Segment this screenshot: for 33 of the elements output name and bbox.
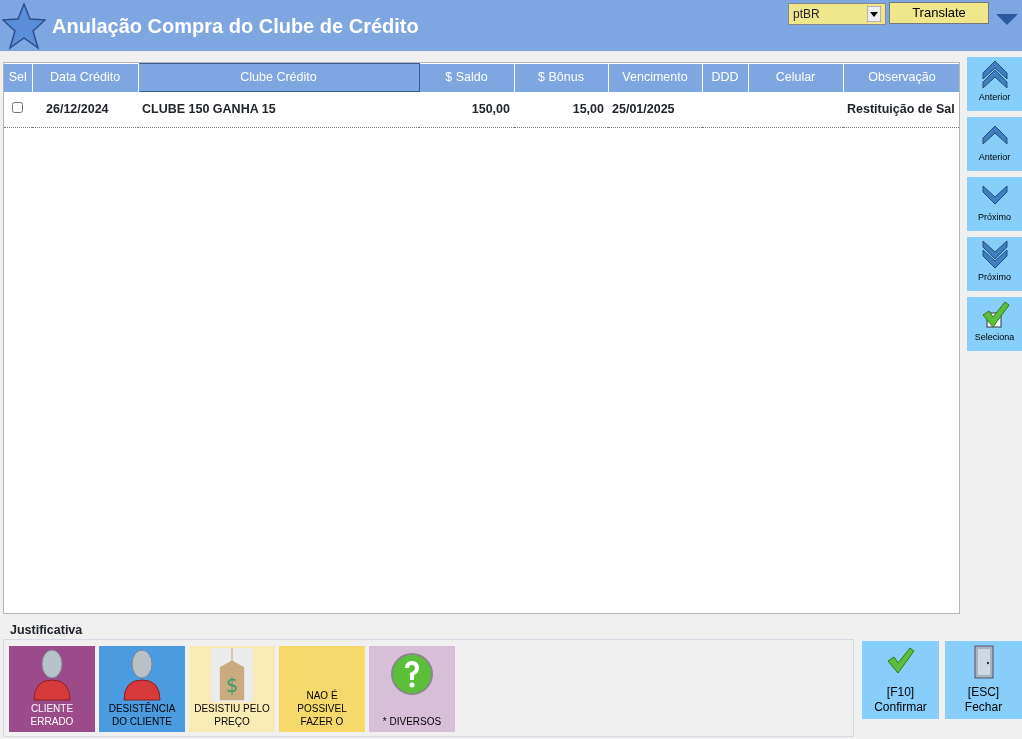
action-button[interactable]: [ESC] Fechar	[945, 641, 1022, 719]
nav-button[interactable]: Anterior	[967, 57, 1022, 111]
help-icon	[390, 651, 434, 696]
table-cell: Restituição de Sal	[847, 101, 955, 116]
group-title: Justificativa	[10, 622, 84, 639]
table-cell: 25/01/2025	[612, 101, 675, 116]
justification-tile[interactable]: * DIVERSOS	[369, 645, 455, 732]
window-title: Anulação Compra do Clube de Crédito	[52, 13, 419, 39]
double-chevron-down-icon	[979, 239, 1010, 269]
person-icon	[122, 647, 162, 702]
justification-tile[interactable]: CLIENTE ERRADO	[9, 645, 95, 732]
row-checkbox[interactable]	[12, 101, 23, 113]
justification-tile[interactable]: NAO É POSSIVEL FAZER O	[279, 645, 365, 732]
star-icon	[2, 1, 46, 50]
table-cell: 15,00	[572, 101, 604, 116]
justification-tile[interactable]: $ DESISTIU PELO PREÇO	[189, 645, 275, 732]
translate-button[interactable]: Translate	[889, 2, 989, 24]
nav-button[interactable]: Próximo	[967, 177, 1022, 231]
table-cell: 150,00	[471, 101, 510, 116]
caret-icon[interactable]	[995, 12, 1019, 26]
double-chevron-up-icon	[979, 59, 1010, 89]
person-icon	[32, 647, 72, 702]
door-icon	[972, 645, 995, 679]
table-cell: 26/12/2024	[46, 101, 109, 116]
picture: $	[208, 647, 256, 702]
language-dropdown[interactable]: ptBR	[788, 3, 886, 25]
table-cell: CLUBE 150 GANHA 15	[142, 102, 276, 117]
action-button[interactable]: [F10] Confirmar	[862, 641, 939, 719]
nav-button[interactable]: Anterior	[967, 117, 1022, 171]
nav-button[interactable]: Seleciona	[967, 297, 1022, 351]
dropdown-arrow-icon	[867, 6, 881, 22]
nav-button[interactable]: Próximo	[967, 237, 1022, 291]
justification-tile[interactable]: DESISTÊNCIA DO CLIENTE	[99, 645, 185, 732]
